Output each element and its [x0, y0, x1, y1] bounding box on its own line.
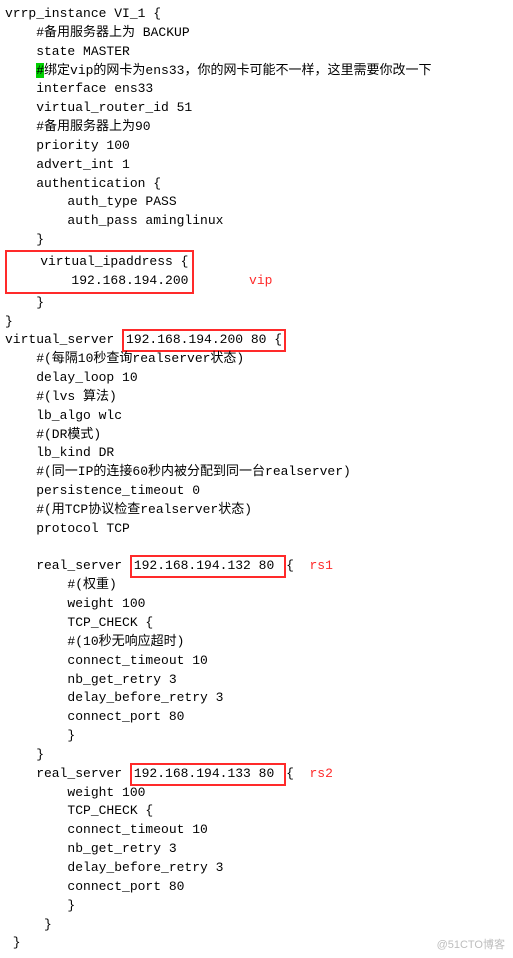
- code-line: connect_timeout 10: [5, 653, 208, 668]
- code-line: #(同一IP的连接60秒内被分配到同一台realserver): [5, 464, 351, 479]
- code-line: connect_port 80: [5, 709, 184, 724]
- code-line: real_server 192.168.194.133 80 { rs2: [5, 766, 333, 781]
- config-code: vrrp_instance VI_1 { #备用服务器上为 BACKUP sta…: [5, 5, 508, 953]
- code-line: #(lvs 算法): [5, 389, 117, 404]
- code-line: lb_algo wlc: [5, 408, 122, 423]
- code-line: #(用TCP协议检查realserver状态): [5, 502, 252, 517]
- code-line: virtual_ipaddress { 192.168.194.200 vip: [5, 273, 272, 288]
- code-line: weight 100: [5, 785, 145, 800]
- code-line: TCP_CHECK {: [5, 803, 153, 818]
- annotation-rs1: rs1: [309, 558, 332, 573]
- code-line: virtual_server 192.168.194.200 80 {: [5, 332, 286, 347]
- code-line: #(DR模式): [5, 427, 101, 442]
- annotation-vip: vip: [249, 273, 272, 288]
- code-line: }: [5, 898, 75, 913]
- code-line: interface ens33: [5, 81, 153, 96]
- code-line: connect_port 80: [5, 879, 184, 894]
- code-line: vrrp_instance VI_1 {: [5, 6, 161, 21]
- code-line: auth_type PASS: [5, 194, 177, 209]
- cursor-highlight: #: [36, 63, 44, 78]
- annotation-rs2: rs2: [309, 766, 332, 781]
- highlight-box-rs2: 192.168.194.133 80: [130, 763, 286, 786]
- code-line: state MASTER: [5, 44, 130, 59]
- code-line: }: [5, 232, 44, 247]
- highlight-box-vip: virtual_ipaddress { 192.168.194.200: [5, 250, 194, 294]
- watermark: @51CTO博客: [437, 938, 505, 954]
- code-line: }: [5, 728, 75, 743]
- code-line: }: [5, 935, 21, 950]
- code-line: real_server 192.168.194.132 80 { rs1: [5, 558, 333, 573]
- code-line: advert_int 1: [5, 157, 130, 172]
- code-line: delay_before_retry 3: [5, 690, 223, 705]
- code-line: nb_get_retry 3: [5, 841, 177, 856]
- code-line: nb_get_retry 3: [5, 672, 177, 687]
- code-line: auth_pass aminglinux: [5, 213, 223, 228]
- code-line: #(权重): [5, 577, 117, 592]
- code-line: #绑定vip的网卡为ens33，你的网卡可能不一样，这里需要你改一下: [5, 63, 431, 78]
- highlight-box-virtual-server: 192.168.194.200 80 {: [122, 329, 286, 352]
- code-line: }: [5, 917, 52, 932]
- code-line: connect_timeout 10: [5, 822, 208, 837]
- code-line: delay_loop 10: [5, 370, 138, 385]
- code-line: lb_kind DR: [5, 445, 114, 460]
- code-line: delay_before_retry 3: [5, 860, 223, 875]
- code-line: protocol TCP: [5, 521, 130, 536]
- code-line: }: [5, 314, 13, 329]
- code-line: priority 100: [5, 138, 130, 153]
- code-line: #备用服务器上为 BACKUP: [5, 25, 190, 40]
- code-line: persistence_timeout 0: [5, 483, 200, 498]
- code-line: }: [5, 295, 44, 310]
- highlight-box-rs1: 192.168.194.132 80: [130, 555, 286, 578]
- code-line: weight 100: [5, 596, 145, 611]
- code-line: virtual_router_id 51: [5, 100, 192, 115]
- code-line: }: [5, 747, 44, 762]
- code-line: #(每隔10秒查询realserver状态): [5, 351, 244, 366]
- code-line: #备用服务器上为90: [5, 119, 151, 134]
- code-line: TCP_CHECK {: [5, 615, 153, 630]
- code-line: #(10秒无响应超时): [5, 634, 184, 649]
- code-line: authentication {: [5, 176, 161, 191]
